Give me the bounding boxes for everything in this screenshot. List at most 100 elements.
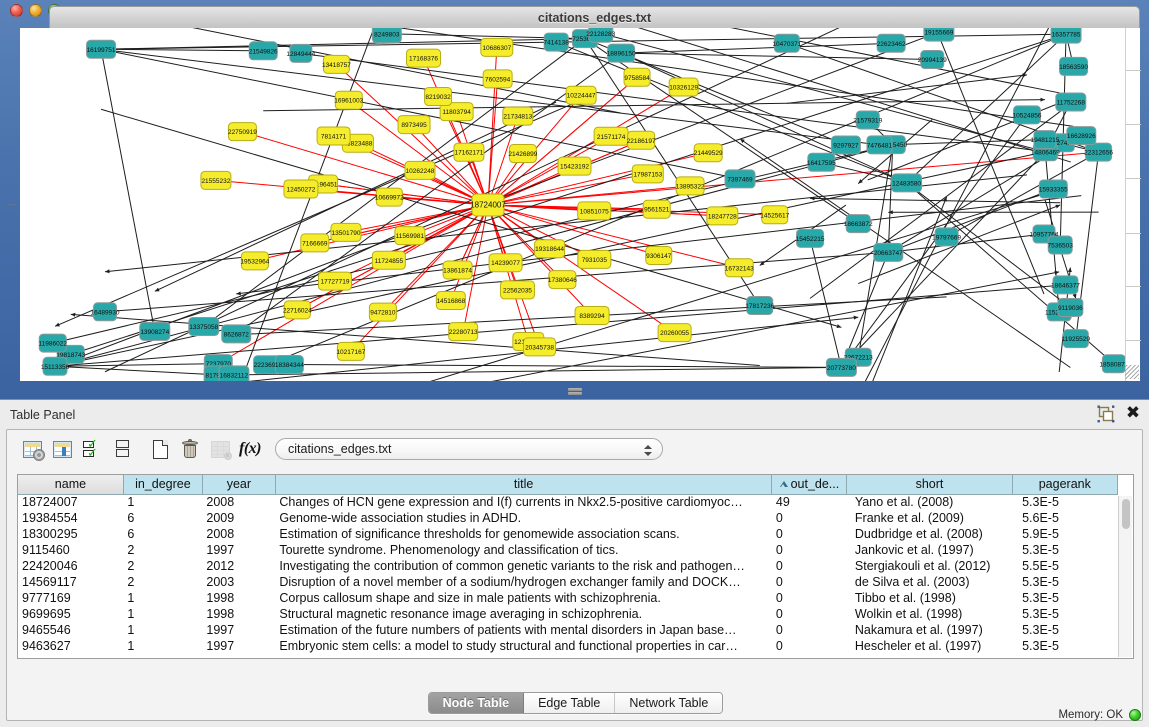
cell-name[interactable]: 14569117 xyxy=(18,574,123,590)
cell-short[interactable]: Dudbridge et al. (2008) xyxy=(847,526,1012,542)
graph-node[interactable]: 9472810 xyxy=(369,303,396,321)
node-table[interactable]: name in_degree year title out_de... shor… xyxy=(17,474,1134,659)
graph-node[interactable]: 16489930 xyxy=(91,303,120,321)
cell-title[interactable]: Corpus callosum shape and size in male p… xyxy=(275,590,772,606)
cell-title[interactable]: Disruption of a novel member of a sodium… xyxy=(275,574,772,590)
graph-node[interactable]: 11752268 xyxy=(1056,93,1086,111)
cell-out_degree[interactable]: 49 xyxy=(772,494,847,510)
graph-node[interactable]: 17168376 xyxy=(407,49,441,67)
graph-node[interactable]: 7602594 xyxy=(483,70,512,88)
cell-in_degree[interactable]: 6 xyxy=(123,526,202,542)
cell-out_degree[interactable]: 0 xyxy=(772,590,847,606)
table-row[interactable]: 977716911998Corpus callosum shape and si… xyxy=(18,590,1118,606)
graph-node[interactable]: 18563590 xyxy=(1059,57,1088,75)
cell-year[interactable]: 2009 xyxy=(202,510,275,526)
graph-node[interactable]: 9561521 xyxy=(643,200,670,218)
cell-year[interactable]: 1998 xyxy=(202,606,275,622)
column-header-name[interactable]: name xyxy=(18,475,123,494)
graph-node[interactable]: 15452215 xyxy=(796,229,825,247)
graph-node[interactable]: 14525617 xyxy=(760,206,789,224)
graph-node[interactable]: 21549826 xyxy=(249,42,278,60)
graph-nodes[interactable]: 1872400710851075193186441423907713861874… xyxy=(39,28,1125,381)
cell-out_degree[interactable]: 0 xyxy=(772,606,847,622)
graph-node[interactable]: 21555232 xyxy=(201,171,231,189)
graph-node[interactable]: 18896150 xyxy=(607,44,636,62)
cell-in_degree[interactable]: 1 xyxy=(123,606,202,622)
cell-name[interactable]: 18300295 xyxy=(18,526,123,542)
cell-pagerank[interactable]: 5.9E-5 xyxy=(1012,526,1117,542)
column-header-year[interactable]: year xyxy=(202,475,275,494)
scrollbar-thumb[interactable] xyxy=(1122,499,1130,529)
graph-node[interactable]: 11569981 xyxy=(395,227,425,245)
cell-year[interactable]: 1997 xyxy=(202,542,275,558)
table-row[interactable]: 1456911722003Disruption of a novel membe… xyxy=(18,574,1118,590)
graph-node[interactable]: 8249803 xyxy=(372,28,401,43)
tab-edge-table[interactable]: Edge Table xyxy=(524,693,615,713)
cell-name[interactable]: 22420046 xyxy=(18,558,123,574)
cell-title[interactable]: Investigating the contribution of common… xyxy=(275,558,772,574)
graph-node[interactable]: 19481215 xyxy=(1030,131,1059,149)
graph-node[interactable]: 18384344 xyxy=(275,356,304,374)
cell-out_degree[interactable]: 0 xyxy=(772,558,847,574)
cell-name[interactable]: 18724007 xyxy=(18,494,123,510)
cell-title[interactable]: Tourette syndrome. Phenomenology and cla… xyxy=(275,542,772,558)
graph-node[interactable]: 9119036 xyxy=(1058,299,1083,317)
cell-short[interactable]: Wolkin et al. (1998) xyxy=(847,606,1012,622)
graph-node[interactable]: 20345738 xyxy=(524,338,556,356)
graph-node[interactable]: 20994139 xyxy=(918,51,947,69)
network-graph[interactable]: 1872400710851075193186441423907713861874… xyxy=(20,28,1125,381)
network-canvas-frame[interactable]: 1872400710851075193186441423907713861874… xyxy=(20,28,1125,381)
graph-node[interactable]: 7536503 xyxy=(1048,236,1074,254)
graph-node[interactable]: 16417595 xyxy=(807,153,836,171)
graph-node[interactable]: 20663747 xyxy=(874,243,903,261)
select-columns-icon[interactable] xyxy=(47,434,77,464)
graph-node[interactable]: 16961003 xyxy=(334,91,363,109)
graph-node[interactable]: 10224447 xyxy=(566,86,596,104)
graph-node[interactable]: 10217167 xyxy=(336,342,365,360)
column-header-out_degree[interactable]: out_de... xyxy=(772,475,847,494)
graph-node[interactable]: 12450272 xyxy=(284,180,318,198)
cell-name[interactable]: 9777169 xyxy=(18,590,123,606)
cell-title[interactable]: Estimation of the future numbers of pati… xyxy=(275,622,772,638)
close-button[interactable] xyxy=(10,4,23,17)
cell-out_degree[interactable]: 0 xyxy=(772,542,847,558)
graph-node[interactable]: 8626872 xyxy=(222,325,251,343)
graph-node[interactable]: 21571174 xyxy=(594,127,628,145)
table-settings-icon[interactable] xyxy=(17,434,47,464)
graph-node[interactable]: 7414138 xyxy=(544,33,570,51)
cell-title[interactable]: Structural magnetic resonance image aver… xyxy=(275,606,772,622)
cell-short[interactable]: Hescheler et al. (1997) xyxy=(847,638,1012,654)
graph-node[interactable]: 12849444 xyxy=(286,44,315,62)
cell-in_degree[interactable]: 2 xyxy=(123,574,202,590)
graph-node[interactable]: 22562035 xyxy=(500,281,534,299)
graph-node[interactable]: 16628926 xyxy=(1067,127,1096,145)
cell-short[interactable]: Tibbo et al. (1998) xyxy=(847,590,1012,606)
cell-in_degree[interactable]: 1 xyxy=(123,590,202,606)
cell-pagerank[interactable]: 5.3E-5 xyxy=(1012,494,1117,510)
cell-short[interactable]: de Silva et al. (2003) xyxy=(847,574,1012,590)
graph-node[interactable]: 18247728 xyxy=(707,207,738,225)
graph-node[interactable]: 15423192 xyxy=(558,157,591,175)
graph-node[interactable]: 22623462 xyxy=(877,34,906,52)
graph-node[interactable]: 17162171 xyxy=(454,143,484,161)
column-header-in_degree[interactable]: in_degree xyxy=(123,475,202,494)
graph-node[interactable]: 16199751 xyxy=(87,40,116,58)
cell-out_degree[interactable]: 0 xyxy=(772,622,847,638)
cell-year[interactable]: 2008 xyxy=(202,494,275,510)
graph-node[interactable]: 15933355 xyxy=(1039,180,1068,198)
cell-name[interactable]: 19384554 xyxy=(18,510,123,526)
close-icon[interactable]: ✖ xyxy=(1125,405,1141,423)
table-select-dropdown[interactable]: citations_edges.txt xyxy=(275,438,663,460)
graph-node[interactable]: 13375058 xyxy=(189,317,219,335)
graph-node[interactable]: 21579319 xyxy=(853,111,882,129)
graph-node-hub[interactable]: 18724007 xyxy=(470,194,506,216)
cell-in_degree[interactable]: 2 xyxy=(123,542,202,558)
graph-node[interactable]: 7476481 xyxy=(867,136,893,154)
table-row[interactable]: 969969511998Structural magnetic resonanc… xyxy=(18,606,1118,622)
graph-node[interactable]: 22716024 xyxy=(283,301,312,319)
graph-node[interactable]: 14239077 xyxy=(489,254,522,272)
graph-node[interactable]: 13895322 xyxy=(676,177,705,195)
cell-pagerank[interactable]: 5.3E-5 xyxy=(1012,542,1117,558)
cell-year[interactable]: 2012 xyxy=(202,558,275,574)
graph-node[interactable]: 20260055 xyxy=(658,324,691,342)
